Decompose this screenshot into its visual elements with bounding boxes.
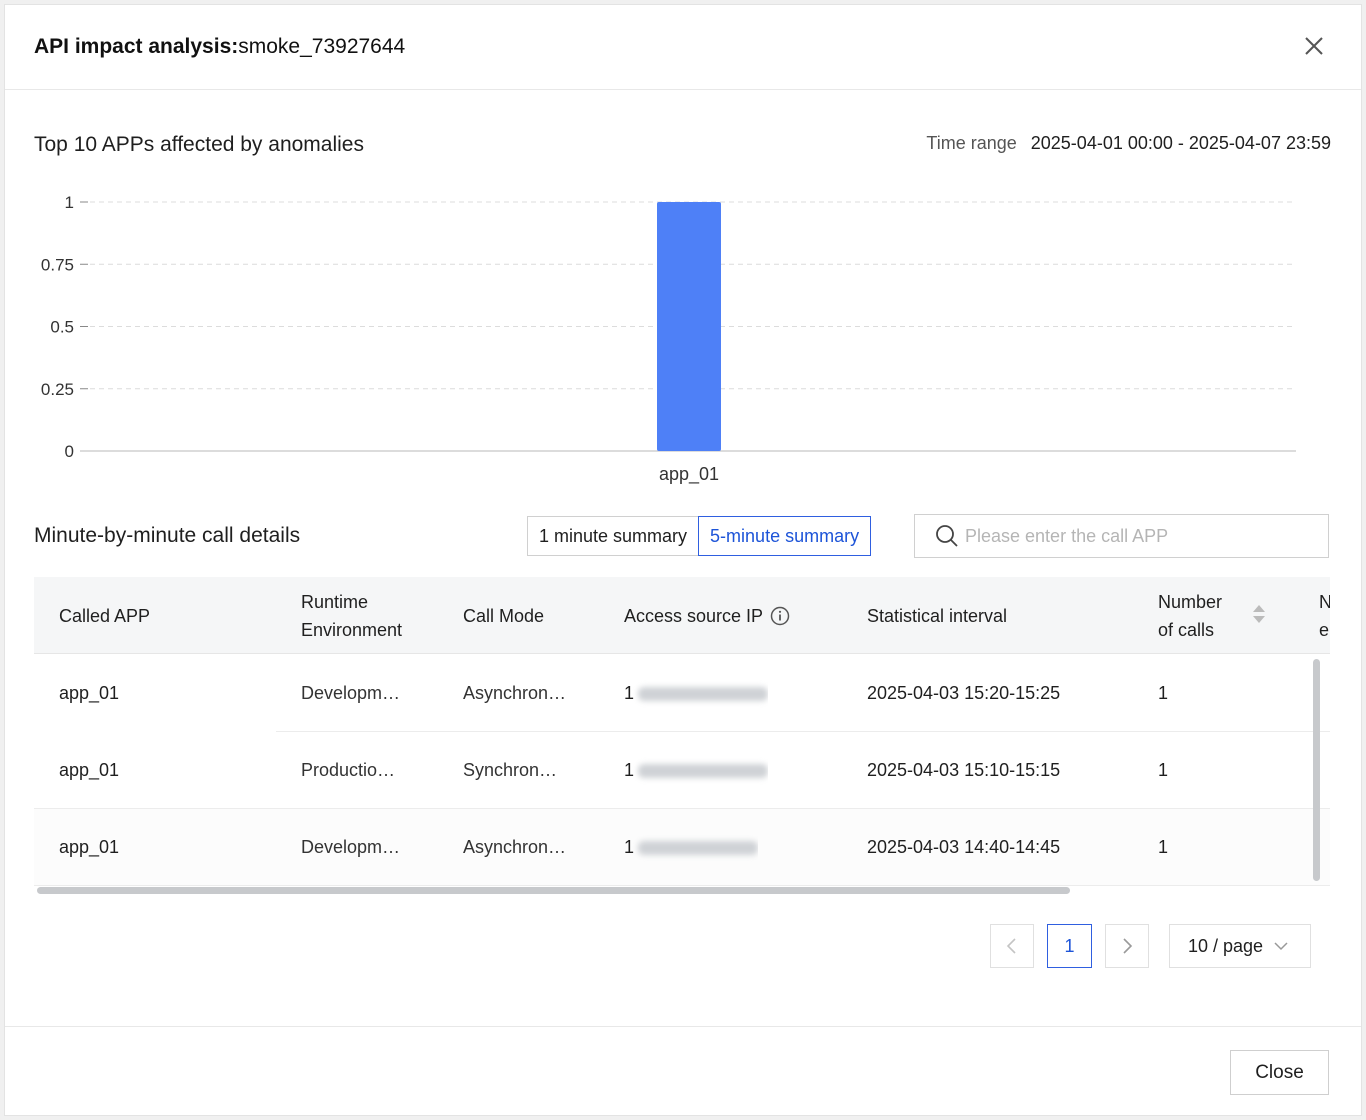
table-row[interactable]: app_01 Developm… Asynchron… 1 2025-04-03… <box>34 655 1330 732</box>
cell-called-app: app_01 <box>59 837 120 857</box>
header-calls-line1: Number <box>1158 591 1223 612</box>
cell-interval: 2025-04-03 15:20-15:25 <box>867 683 1061 703</box>
close-icon[interactable] <box>1303 35 1325 57</box>
call-details-table: Called APP Runtime Environment Call Mode… <box>34 577 1330 897</box>
header-next-line2: e <box>1319 619 1330 640</box>
time-range: Time range 2025-04-01 00:00 - 2025-04-07 … <box>926 133 1331 154</box>
cell-call-mode: Asynchron… <box>463 683 567 703</box>
source-ip-visible: 1 <box>624 760 635 780</box>
header-runtime-environment: Runtime Environment <box>301 577 402 654</box>
table-header: Called APP Runtime Environment Call Mode… <box>34 577 1330 654</box>
chevron-down-icon <box>1274 942 1288 951</box>
api-impact-dialog: API impact analysis:smoke_73927644 Top 1… <box>4 4 1362 1116</box>
details-section-title: Minute-by-minute call details <box>34 524 301 547</box>
cell-source-ip: 1 <box>624 732 769 809</box>
header-runtime-line2: Environment <box>301 619 403 640</box>
horizontal-scrollbar[interactable] <box>37 887 1070 894</box>
search-box <box>914 514 1329 558</box>
cell-runtime-env: Developm… <box>301 683 401 703</box>
redacted-ip <box>638 763 769 778</box>
chevron-left-icon <box>1006 938 1016 954</box>
anomaly-bar-chart: 0 0.25 0.5 0.75 1 app_01 <box>41 193 1296 485</box>
header-next-column: N e <box>1319 577 1330 654</box>
source-ip-visible: 1 <box>624 837 635 857</box>
header-call-mode: Call Mode <box>463 605 545 626</box>
y-tick-label: 0 <box>65 442 74 461</box>
page-size-select[interactable]: 10 / page <box>1169 924 1311 968</box>
chevron-right-icon <box>1123 938 1133 954</box>
call-app-search-input[interactable] <box>965 525 1325 547</box>
cell-source-ip: 1 <box>624 809 759 886</box>
header-access-source-ip: Access source IP <box>624 577 790 654</box>
cell-call-mode: Synchron… <box>463 760 558 780</box>
bar-app_01 <box>657 202 721 451</box>
header-source-ip-label: Access source IP <box>624 605 764 626</box>
summary-toggle: 1 minute summary 5-minute summary <box>527 516 872 556</box>
header-number-of-calls[interactable]: Number of calls <box>1158 577 1222 654</box>
info-icon[interactable] <box>770 606 790 626</box>
x-tick-label: app_01 <box>659 464 719 485</box>
table-row[interactable]: app_01 Developm… Asynchron… 1 2025-04-03… <box>34 809 1330 886</box>
header-statistical-interval: Statistical interval <box>867 605 1008 626</box>
table-row[interactable]: app_01 Productio… Synchron… 1 2025-04-03… <box>34 731 1330 809</box>
vertical-scrollbar[interactable] <box>1313 659 1320 881</box>
dialog-footer: Close <box>5 1026 1361 1116</box>
dialog-title-prefix: API impact analysis: <box>34 35 239 58</box>
cell-calls: 1 <box>1158 760 1169 780</box>
sort-icon[interactable] <box>1252 603 1266 625</box>
redacted-ip <box>638 840 759 855</box>
chart-section-title: Top 10 APPs affected by anomalies <box>34 133 364 156</box>
prev-page-button[interactable] <box>990 924 1034 968</box>
y-tick-label: 0.25 <box>41 380 74 399</box>
cell-runtime-env: Developm… <box>301 837 401 857</box>
cell-interval: 2025-04-03 14:40-14:45 <box>867 837 1061 857</box>
time-range-label: Time range <box>926 133 1017 153</box>
y-tick-label: 0.75 <box>41 255 74 274</box>
next-page-button[interactable] <box>1105 924 1149 968</box>
y-tick-label: 1 <box>65 193 74 212</box>
header-runtime-line1: Runtime <box>301 591 369 612</box>
cell-called-app: app_01 <box>59 683 120 703</box>
close-button[interactable]: Close <box>1230 1050 1329 1095</box>
tab-5-minute-summary[interactable]: 5-minute summary <box>698 516 872 556</box>
header-calls-line2: of calls <box>1158 619 1215 640</box>
dialog-title-name: smoke_73927644 <box>238 35 406 58</box>
page-1-button[interactable]: 1 <box>1047 924 1092 968</box>
cell-calls: 1 <box>1158 683 1169 703</box>
cell-called-app: app_01 <box>59 760 120 780</box>
cell-calls: 1 <box>1158 837 1169 857</box>
search-icon <box>936 525 958 547</box>
y-tick-label: 0.5 <box>50 318 74 337</box>
redacted-ip <box>638 686 769 701</box>
cell-runtime-env: Productio… <box>301 760 396 780</box>
time-range-value: 2025-04-01 00:00 - 2025-04-07 23:59 <box>1030 133 1331 153</box>
tab-1-minute-summary[interactable]: 1 minute summary <box>527 516 700 556</box>
page-size-value: 10 / page <box>1188 935 1264 956</box>
source-ip-visible: 1 <box>624 683 635 703</box>
cell-call-mode: Asynchron… <box>463 837 567 857</box>
dialog-title: API impact analysis:smoke_73927644 <box>34 35 405 59</box>
dialog-header: API impact analysis:smoke_73927644 <box>5 5 1361 90</box>
cell-interval: 2025-04-03 15:10-15:15 <box>867 760 1061 780</box>
header-next-line1: N <box>1319 591 1330 612</box>
header-called-app: Called APP <box>59 605 151 626</box>
cell-source-ip: 1 <box>624 655 769 732</box>
